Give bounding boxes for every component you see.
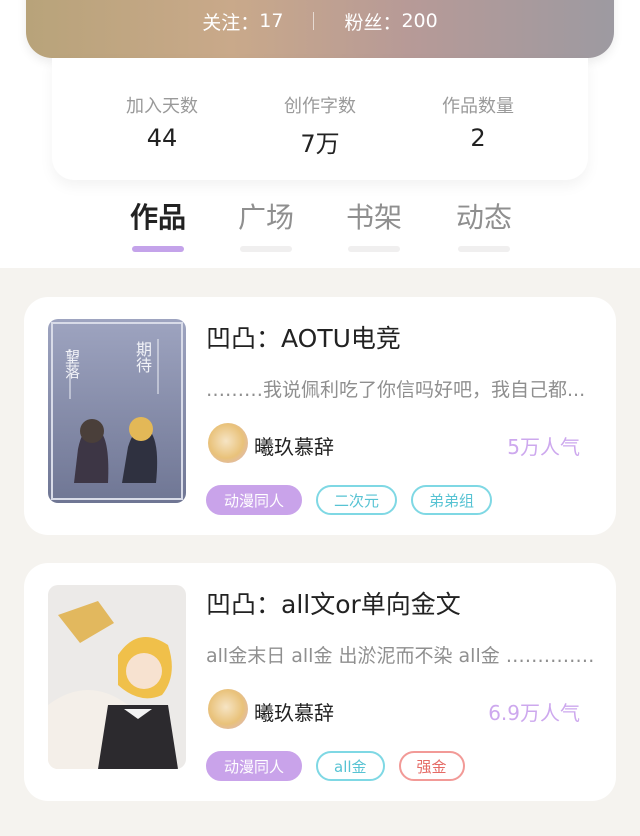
author-name[interactable]: 曦玖慕辞: [254, 697, 334, 726]
stat-label: 作品数量: [442, 96, 514, 117]
author-avatar[interactable]: [208, 689, 248, 729]
author-avatar[interactable]: [208, 423, 248, 463]
tab-bookshelf[interactable]: 书架: [334, 196, 414, 252]
popularity: 5万人气: [507, 435, 580, 459]
tab-indicator: [240, 246, 292, 252]
work-card[interactable]: 凹凸：all文or单向金文 all金末日 all金 出淤泥而不染 all金 ………: [24, 563, 616, 801]
tab-label: 动态: [455, 201, 512, 234]
tag-list: 动漫同人 all金 强金: [206, 751, 465, 781]
author-name[interactable]: 曦玖慕辞: [254, 431, 334, 460]
tag[interactable]: 动漫同人: [206, 751, 303, 781]
tag[interactable]: 强金: [398, 751, 465, 781]
cover-illustration: [48, 585, 186, 769]
cover-text-left: 望落: [63, 349, 81, 379]
tab-indicator: [348, 246, 400, 252]
cover-illustration: [48, 319, 186, 503]
tab-feed[interactable]: 动态: [444, 196, 524, 252]
following-label: 关注：: [202, 11, 260, 34]
following-count[interactable]: 关注： 17: [202, 8, 283, 35]
stat-label: 加入天数: [126, 96, 198, 117]
stats-card: 加入天数 44 创作字数 7万 作品数量 2: [52, 58, 588, 180]
work-title[interactable]: 凹凸：AOTU电竞: [206, 319, 401, 355]
stat-value: 2: [470, 124, 486, 152]
tag[interactable]: all金: [316, 751, 385, 781]
book-cover[interactable]: 望落 期待: [48, 319, 186, 503]
fans-label: 粉丝：: [344, 11, 402, 34]
tag-list: 动漫同人 二次元 弟弟组: [206, 485, 493, 515]
stat-value: 7万: [300, 130, 340, 158]
tab-works[interactable]: 作品: [118, 196, 198, 252]
work-excerpt: all金末日 all金 出淤泥而不染 all金 ……………: [206, 645, 596, 667]
tag[interactable]: 弟弟组: [411, 485, 493, 515]
tab-indicator: [132, 246, 184, 252]
tab-square[interactable]: 广场: [226, 196, 306, 252]
following-value: 17: [259, 10, 284, 32]
tab-indicator: [458, 246, 510, 252]
fans-count[interactable]: 粉丝： 200: [344, 8, 437, 35]
tab-label: 广场: [237, 201, 294, 234]
stat-works-count: 作品数量 2: [418, 58, 538, 180]
work-excerpt: ………我说佩利吃了你信吗好吧，我自己都...: [206, 379, 586, 401]
stat-value: 44: [146, 124, 178, 152]
tab-label: 作品: [129, 201, 186, 234]
cover-text-right: 期待: [133, 341, 152, 373]
work-title[interactable]: 凹凸：all文or单向金文: [206, 585, 461, 621]
follow-stats: 关注： 17 粉丝： 200: [26, 6, 614, 36]
work-card[interactable]: 望落 期待 凹凸：AOTU电竞 ………我说佩利吃了你信吗好吧，我自己都... 曦…: [24, 297, 616, 535]
divider: [313, 12, 315, 30]
tag[interactable]: 动漫同人: [206, 485, 303, 515]
popularity: 6.9万人气: [488, 701, 580, 725]
stat-label: 创作字数: [284, 96, 356, 117]
stat-join-days: 加入天数 44: [102, 58, 222, 180]
fans-value: 200: [401, 10, 438, 32]
tag[interactable]: 二次元: [316, 485, 398, 515]
profile-tabs: 作品 广场 书架 动态: [0, 196, 640, 256]
tab-label: 书架: [345, 201, 402, 234]
stat-word-count: 创作字数 7万: [260, 58, 380, 180]
book-cover[interactable]: [48, 585, 186, 769]
